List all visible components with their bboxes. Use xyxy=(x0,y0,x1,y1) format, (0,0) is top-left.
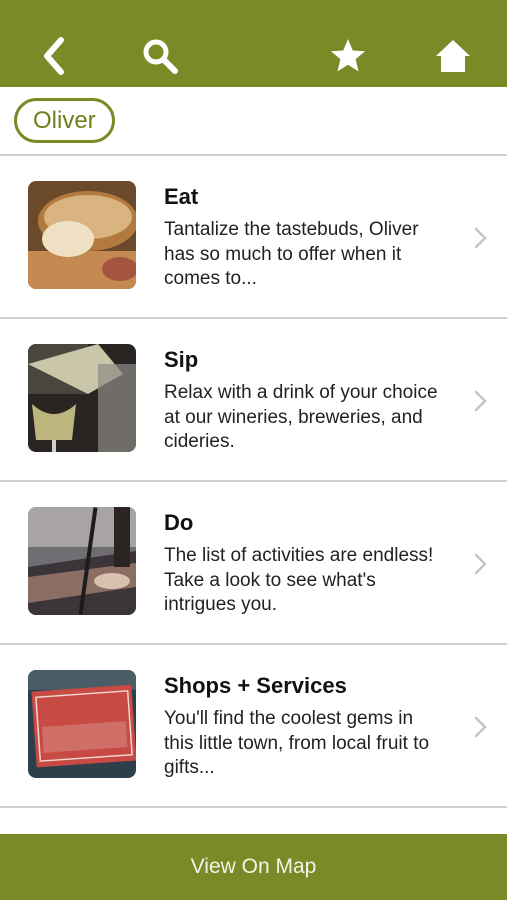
home-icon[interactable] xyxy=(433,36,473,76)
category-list: Eat Tantalize the tastebuds, Oliver has … xyxy=(0,156,507,808)
list-item-sip[interactable]: Sip Relax with a drink of your choice at… xyxy=(0,319,507,482)
paddleboard-image xyxy=(28,507,136,615)
list-item-eat[interactable]: Eat Tantalize the tastebuds, Oliver has … xyxy=(0,156,507,319)
chevron-right-icon xyxy=(470,552,490,576)
open-sign-image xyxy=(28,670,136,778)
item-title: Do xyxy=(164,510,194,535)
chevron-right-icon xyxy=(470,715,490,739)
star-icon[interactable] xyxy=(328,36,368,76)
item-description: Relax with a drink of your choice at our… xyxy=(164,382,438,452)
list-item-do[interactable]: Do The list of activities are endless! T… xyxy=(0,482,507,645)
list-item-shops-services[interactable]: Shops + Services You'll find the coolest… xyxy=(0,645,507,808)
item-title: Sip xyxy=(164,347,199,372)
top-nav-bar xyxy=(0,0,507,87)
wine-image xyxy=(28,344,136,452)
view-on-map-label: View On Map xyxy=(190,855,317,878)
search-icon[interactable] xyxy=(140,36,180,76)
chevron-right-icon xyxy=(470,226,490,250)
item-title: Eat xyxy=(164,184,199,209)
chevron-right-icon xyxy=(470,389,490,413)
filter-bar: Oliver xyxy=(0,87,507,156)
location-chip[interactable]: Oliver xyxy=(14,98,115,143)
item-description: Tantalize the tastebuds, Oliver has so m… xyxy=(164,219,419,289)
item-description: You'll find the coolest gems in this lit… xyxy=(164,708,430,778)
bread-image xyxy=(28,181,136,289)
item-description: The list of activities are endless! Take… xyxy=(164,545,434,615)
item-title: Shops + Services xyxy=(164,673,347,698)
back-chevron-icon[interactable] xyxy=(34,36,74,76)
view-on-map-button[interactable]: View On Map xyxy=(0,834,507,900)
